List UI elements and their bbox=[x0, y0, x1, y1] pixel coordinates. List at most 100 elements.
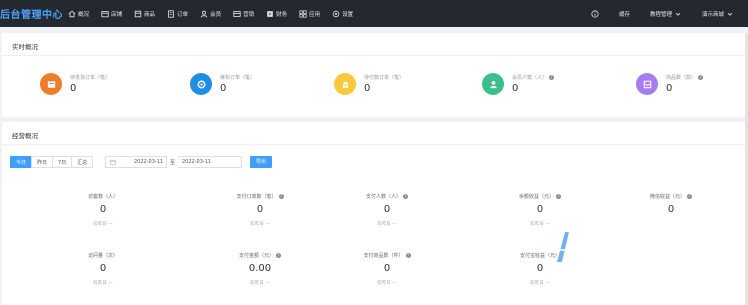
stat-value: 0 bbox=[364, 83, 371, 94]
brand-title: 后台管理中心 bbox=[0, 10, 62, 21]
metric-label: 余额收益（元）? bbox=[505, 193, 575, 200]
demo-store-label: 演示商城 bbox=[701, 11, 724, 18]
store-icon bbox=[101, 10, 109, 17]
metric-label: 访客数（人） bbox=[87, 194, 118, 200]
help-icon[interactable]: ? bbox=[556, 194, 561, 199]
metric-wechat-income: 微信收益（元）? 0 bbox=[636, 193, 706, 215]
help-icon[interactable]: ? bbox=[403, 194, 408, 199]
stat-icon-circle bbox=[190, 73, 212, 95]
metric-compare: 较昨日 — bbox=[93, 222, 113, 227]
nav-label: 设置 bbox=[342, 11, 354, 18]
apps-icon bbox=[299, 9, 307, 18]
panel-divider bbox=[2, 55, 746, 56]
stat-icon-circle bbox=[482, 73, 504, 95]
start-date-value: 2022-03-11 bbox=[134, 159, 164, 165]
help-icon[interactable]: ? bbox=[276, 253, 281, 258]
nav-item-finance[interactable]: 财务 bbox=[260, 0, 293, 27]
metric-compare: 较昨日 — bbox=[530, 281, 550, 286]
tab-yesterday[interactable]: 昨日 bbox=[31, 156, 54, 168]
money-bag-icon bbox=[342, 81, 348, 88]
refresh-icon bbox=[197, 80, 205, 88]
metric-value: 0 bbox=[667, 204, 675, 215]
metric-value: 0 bbox=[256, 204, 264, 215]
main-nav: 概况 店铺 商品 订单 会员 营销 财务 应用 设置 bbox=[62, 0, 359, 27]
metric-label-text: 支付订单数（笔） bbox=[236, 194, 277, 200]
metric-value: 0 bbox=[99, 263, 107, 274]
realtime-overview-title: 实时概况 bbox=[12, 43, 38, 51]
metric-label: 支付人数（人）? bbox=[352, 193, 422, 200]
stat-label: 会员户数（人）? bbox=[512, 74, 555, 81]
user-icon bbox=[489, 80, 497, 88]
nav-label: 营销 bbox=[243, 11, 255, 18]
nav-label: 会员 bbox=[210, 11, 222, 18]
metric-compare: 较昨日 — bbox=[377, 281, 397, 286]
nav-item-member[interactable]: 会员 bbox=[194, 0, 227, 27]
metric-label-text: 余额收益（元） bbox=[518, 194, 554, 200]
stat-icon-circle bbox=[636, 73, 658, 95]
help-icon[interactable]: ? bbox=[405, 253, 411, 258]
demo-store-dropdown[interactable]: 演示商城 bbox=[692, 10, 744, 18]
stat-label: 商品数（款）? bbox=[666, 74, 704, 81]
metric-label-text: 支付金额（元） bbox=[238, 253, 274, 259]
metric-compare: 较昨日 — bbox=[530, 222, 550, 227]
info-circle-icon bbox=[591, 9, 599, 18]
help-button[interactable] bbox=[581, 9, 609, 18]
nav-label: 概况 bbox=[78, 11, 90, 18]
metric-value: 0.00 bbox=[248, 263, 272, 274]
help-icon[interactable]: ? bbox=[698, 75, 704, 80]
cursor-artifact bbox=[557, 232, 569, 262]
order-icon bbox=[168, 9, 174, 18]
metric-paid-orders: 支付订单数（笔）? 0 较昨日 — bbox=[225, 193, 295, 227]
metric-label: 支付商品数（件）? bbox=[352, 252, 422, 259]
stat-product-count[interactable]: 商品数（款）? 0 bbox=[636, 73, 704, 95]
metric-visitors: 访客数（人） 0 较昨日 — bbox=[68, 193, 138, 227]
metric-value: 0 bbox=[383, 204, 391, 215]
stat-pending-payment[interactable]: 待付款订单（笔） 0 bbox=[334, 73, 404, 95]
nav-item-settings[interactable]: 设置 bbox=[326, 0, 359, 27]
help-icon[interactable]: ? bbox=[687, 194, 692, 199]
tab-7days[interactable]: 7日 bbox=[52, 156, 73, 168]
stat-label-text: 会员户数（人） bbox=[512, 75, 548, 81]
nav-item-overview[interactable]: 概况 bbox=[62, 0, 95, 27]
help-icon[interactable]: ? bbox=[549, 75, 555, 80]
tab-today[interactable]: 今日 bbox=[10, 156, 33, 168]
stat-icon-circle bbox=[40, 73, 62, 95]
date-to-label: 至 bbox=[170, 160, 176, 166]
metric-label: 支付金额（元）? bbox=[225, 252, 295, 259]
tutorial-label: 教程管理 bbox=[649, 11, 672, 18]
nav-item-marketing[interactable]: 营销 bbox=[227, 0, 260, 27]
nav-item-store[interactable]: 店铺 bbox=[95, 0, 128, 27]
nav-label: 店铺 bbox=[111, 11, 123, 18]
nav-item-order[interactable]: 订单 bbox=[161, 0, 194, 27]
metric-page-views: 访问量（次） 0 较昨日 — bbox=[68, 252, 138, 286]
chevron-down-icon bbox=[675, 12, 681, 16]
tab-summary[interactable]: 汇总 bbox=[71, 156, 94, 168]
metric-label-text: 支付人数（人） bbox=[365, 194, 401, 200]
end-date-input[interactable]: 2022-03-11 bbox=[178, 156, 242, 168]
panel-divider bbox=[2, 144, 746, 145]
end-date-value: 2022-03-11 bbox=[182, 159, 212, 165]
metric-label-text: 支付商品数（件） bbox=[363, 253, 404, 259]
metric-compare: 较昨日 — bbox=[250, 281, 270, 286]
metric-compare: 较昨日 — bbox=[377, 222, 397, 227]
metric-compare: 较昨日 — bbox=[250, 222, 270, 227]
stat-pending-shipment[interactable]: 待发货订单（笔） 0 bbox=[40, 73, 110, 95]
nav-label: 应用 bbox=[309, 11, 321, 18]
nav-item-apps[interactable]: 应用 bbox=[293, 0, 326, 27]
export-button[interactable]: 导出 bbox=[250, 156, 272, 168]
date-range-tabs: 今日 昨日 7日 汇总 bbox=[10, 156, 94, 168]
metric-value: 0 bbox=[536, 204, 544, 215]
stat-rights-orders[interactable]: 维权订单（笔） 0 bbox=[190, 73, 255, 95]
chevron-down-icon bbox=[727, 12, 733, 16]
tutorial-dropdown[interactable]: 教程管理 bbox=[640, 10, 692, 18]
metric-paying-users: 支付人数（人）? 0 较昨日 — bbox=[352, 193, 422, 227]
nav-item-goods[interactable]: 商品 bbox=[128, 0, 161, 27]
stat-label: 待付款订单（笔） bbox=[364, 75, 405, 81]
metric-paid-items: 支付商品数（件）? 0 较昨日 — bbox=[352, 252, 422, 286]
nav-label: 商品 bbox=[144, 11, 156, 18]
cache-button[interactable]: 缓存 bbox=[609, 10, 640, 18]
metric-value: 0 bbox=[536, 263, 544, 274]
stat-member-count[interactable]: 会员户数（人）? 0 bbox=[482, 73, 555, 95]
help-icon[interactable]: ? bbox=[278, 194, 284, 199]
start-date-input[interactable]: 2022-03-11 bbox=[105, 156, 167, 168]
